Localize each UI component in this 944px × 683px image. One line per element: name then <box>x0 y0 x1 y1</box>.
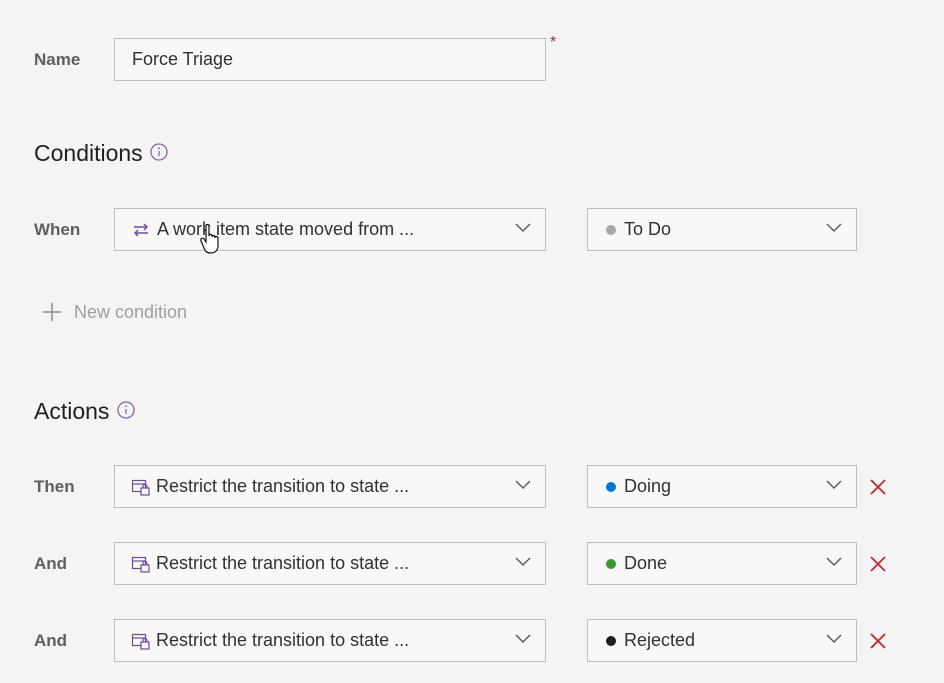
plus-icon <box>43 303 61 321</box>
conditions-title: Conditions <box>34 140 169 168</box>
chevron-down-icon <box>826 557 842 567</box>
chevron-down-icon <box>515 480 531 490</box>
chevron-down-icon <box>826 634 842 644</box>
required-indicator: * <box>550 34 557 51</box>
action-dropdown[interactable]: Restrict the transition to state ... <box>114 465 546 508</box>
then-label: Then <box>34 477 75 496</box>
delete-action-icon[interactable] <box>869 555 887 573</box>
action-state-dropdown[interactable]: Doing <box>587 465 857 508</box>
swap-arrows-icon <box>131 222 151 238</box>
conditions-title-text: Conditions <box>34 140 143 166</box>
action-state-dropdown[interactable]: Rejected <box>587 619 857 662</box>
action-state-dropdown[interactable]: Done <box>587 542 857 585</box>
condition-trigger-text: A work item state moved from ... <box>157 219 415 239</box>
action-dropdown[interactable]: Restrict the transition to state ... <box>114 542 546 585</box>
restrict-transition-icon <box>131 555 151 573</box>
name-input[interactable]: Force Triage <box>114 38 546 81</box>
action-state-text: Rejected <box>624 630 696 650</box>
and-label: And <box>34 554 68 573</box>
action-state-text: Done <box>624 553 668 573</box>
chevron-down-icon <box>826 480 842 490</box>
condition-trigger-dropdown[interactable]: A work item state moved from ... <box>114 208 546 251</box>
new-condition-label: New condition <box>74 301 188 322</box>
info-icon[interactable] <box>116 399 136 426</box>
restrict-transition-icon <box>131 478 151 496</box>
restrict-transition-icon <box>131 632 151 650</box>
chevron-down-icon <box>515 223 531 233</box>
chevron-down-icon <box>826 223 842 233</box>
state-dot-icon <box>606 558 616 569</box>
info-icon[interactable] <box>149 141 169 168</box>
state-dot-icon <box>606 224 616 235</box>
chevron-down-icon <box>515 557 531 567</box>
name-label: Name <box>34 50 81 69</box>
action-dropdown[interactable]: Restrict the transition to state ... <box>114 619 546 662</box>
and-label: And <box>34 631 68 650</box>
hand-cursor-icon <box>200 223 219 254</box>
state-dot-icon <box>606 635 616 646</box>
chevron-down-icon <box>515 634 531 644</box>
name-input-value: Force Triage <box>132 49 234 69</box>
action-text: Restrict the transition to state ... <box>156 553 410 573</box>
action-text: Restrict the transition to state ... <box>156 476 410 496</box>
new-condition-button[interactable]: New condition <box>40 300 187 324</box>
delete-action-icon[interactable] <box>869 632 887 650</box>
condition-state-dropdown[interactable]: To Do <box>587 208 857 251</box>
state-dot-icon <box>606 481 616 492</box>
action-text: Restrict the transition to state ... <box>156 630 410 650</box>
actions-title-text: Actions <box>34 398 110 424</box>
when-label: When <box>34 220 81 239</box>
action-state-text: Doing <box>624 476 672 496</box>
actions-title: Actions <box>34 398 136 426</box>
condition-state-text: To Do <box>624 219 672 239</box>
delete-action-icon[interactable] <box>869 478 887 496</box>
